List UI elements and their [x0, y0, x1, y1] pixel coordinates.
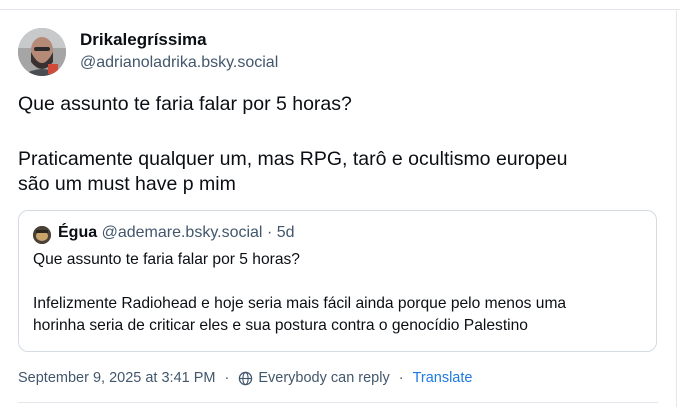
quote-text: Que assunto te faria falar por 5 horas? …	[33, 249, 648, 337]
post-text-line: são um must have p mim	[18, 173, 236, 195]
quote-text-line: Que assunto te faria falar por 5 horas?	[33, 251, 300, 268]
avatar[interactable]	[18, 28, 66, 76]
meta-separator: ·	[398, 370, 404, 386]
post-text-line: Que assunto te faria falar por 5 horas?	[18, 93, 352, 115]
post-text: Que assunto te faria falar por 5 horas? …	[18, 92, 658, 197]
post-timestamp[interactable]: September 9, 2025 at 3:41 PM	[18, 370, 216, 386]
reply-setting[interactable]: Everybody can reply	[258, 370, 389, 386]
quote-age: 5d	[276, 224, 295, 241]
author-handle[interactable]: @adrianoladrika.bsky.social	[80, 54, 278, 72]
frame-top-border	[0, 9, 680, 10]
globe-icon	[238, 371, 253, 386]
frame-right-border	[676, 9, 677, 407]
quote-text-line: horinha seria de criticar eles e sua pos…	[33, 317, 528, 334]
quote-header: Égua @ademare.bsky.social · 5d	[58, 224, 295, 242]
translate-link[interactable]: Translate	[413, 370, 473, 386]
quote-text-line: Infelizmente Radiohead e hoje seria mais…	[33, 295, 567, 312]
quote-author-name[interactable]: Égua	[58, 224, 97, 241]
divider	[18, 402, 658, 403]
quote-avatar[interactable]	[33, 226, 51, 244]
quote-author-handle[interactable]: @ademare.bsky.social	[102, 224, 263, 241]
post-meta: September 9, 2025 at 3:41 PM · Everybody…	[18, 370, 472, 386]
quoted-post[interactable]: Égua @ademare.bsky.social · 5d Que assun…	[18, 210, 657, 352]
quote-separator: ·	[266, 224, 273, 241]
post-text-line: Praticamente qualquer um, mas RPG, tarô …	[18, 148, 568, 170]
meta-separator: ·	[224, 370, 230, 386]
author-display-name[interactable]: Drikalegríssima	[80, 30, 207, 50]
